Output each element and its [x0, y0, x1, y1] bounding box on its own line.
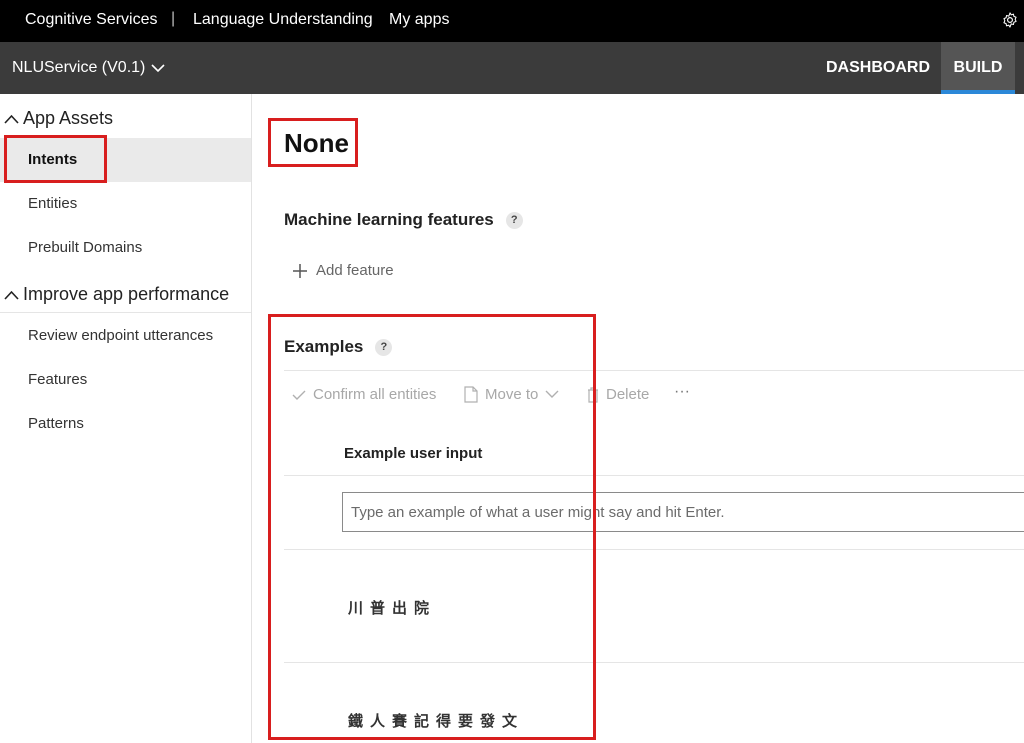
add-feature-label: Add feature: [316, 262, 394, 279]
utterance-text[interactable]: 川普出院: [348, 597, 436, 618]
app-selector[interactable]: NLUService (V0.1): [12, 59, 165, 77]
sidebar-item-entities[interactable]: Entities: [0, 182, 251, 226]
row-divider: [284, 549, 1024, 550]
breadcrumb-separator: |: [171, 10, 176, 27]
chevron-up-icon: [4, 114, 19, 124]
utterance-text[interactable]: 鐵人賽記得要發文: [348, 710, 524, 731]
help-icon[interactable]: ?: [375, 338, 393, 356]
sidebar-item-label: Patterns: [28, 415, 84, 432]
sidebar-item-label: Entities: [28, 195, 78, 212]
main-content: None Machine learning features ? Add fea…: [252, 94, 1024, 743]
plus-icon: [293, 263, 307, 278]
help-icon[interactable]: ?: [505, 211, 523, 229]
row-divider: [284, 662, 1024, 663]
app-name-label: NLUService (V0.1): [12, 59, 146, 76]
confirm-label: Confirm all entities: [313, 386, 437, 403]
ml-features-heading: Machine learning features ?: [284, 210, 523, 230]
chevron-down-icon: [545, 390, 559, 398]
sidebar-item-patterns[interactable]: Patterns: [0, 402, 251, 446]
column-header-example-input: Example user input: [344, 445, 483, 462]
toolbar-divider: [284, 370, 1024, 371]
move-to-button[interactable]: Move to: [464, 386, 559, 403]
more-options-button[interactable]: ···: [674, 383, 690, 401]
checkmark-icon: [292, 390, 306, 400]
improve-performance-group-toggle[interactable]: Improve app performance: [4, 284, 229, 305]
delete-button[interactable]: Delete: [587, 386, 649, 403]
trash-icon: [588, 386, 598, 403]
sidebar: App Assets Intents Entities Prebuilt Dom…: [0, 94, 252, 743]
sidebar-item-label: Features: [28, 371, 88, 388]
sidebar-item-label: Intents: [28, 151, 78, 168]
brand-link[interactable]: Cognitive Services: [25, 11, 158, 29]
sidebar-item-features[interactable]: Features: [0, 358, 251, 402]
ml-features-title: Machine learning features: [284, 210, 494, 229]
confirm-all-entities-button[interactable]: Confirm all entities: [292, 386, 436, 403]
row-divider: [284, 475, 1024, 476]
sidebar-item-review-endpoint-utterances[interactable]: Review endpoint utterances: [0, 314, 251, 358]
top-bar: Cognitive Services | Language Understand…: [0, 0, 1024, 42]
page-title: None: [284, 128, 349, 158]
chevron-up-icon: [4, 290, 19, 300]
sidebar-item-label: Prebuilt Domains: [28, 239, 143, 256]
add-feature-button[interactable]: Add feature: [292, 262, 394, 279]
product-link[interactable]: Language Understanding: [193, 11, 373, 29]
example-utterance-input[interactable]: [342, 492, 1024, 532]
app-bar: NLUService (V0.1) DASHBOARD BUILD: [0, 42, 1024, 94]
chevron-down-icon: [151, 64, 165, 73]
my-apps-link[interactable]: My apps: [389, 11, 449, 29]
tab-dashboard[interactable]: DASHBOARD: [818, 42, 938, 94]
sidebar-item-prebuilt-domains[interactable]: Prebuilt Domains: [0, 226, 251, 270]
tab-build[interactable]: BUILD: [941, 42, 1015, 94]
app-assets-group-toggle[interactable]: App Assets: [4, 108, 113, 129]
sidebar-item-label: Review endpoint utterances: [28, 327, 214, 344]
delete-label: Delete: [606, 386, 650, 403]
move-to-label: Move to: [485, 386, 539, 403]
group-label-app-assets: App Assets: [23, 108, 114, 128]
document-icon: [464, 386, 478, 403]
examples-title: Examples: [284, 337, 364, 356]
sidebar-divider: [0, 312, 251, 313]
group-label-improve-performance: Improve app performance: [23, 284, 230, 304]
gear-icon[interactable]: [1001, 11, 1019, 29]
examples-heading: Examples ?: [284, 337, 393, 357]
sidebar-item-intents[interactable]: Intents: [0, 138, 251, 182]
